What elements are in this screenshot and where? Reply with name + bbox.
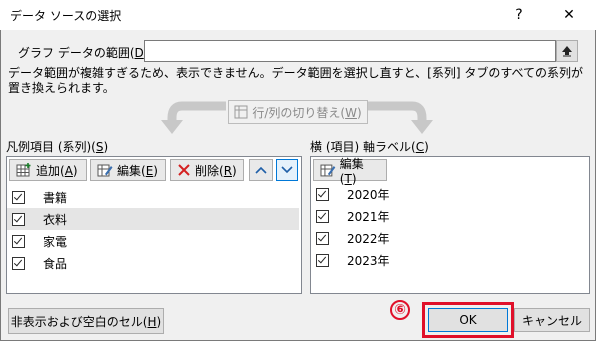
edit-table-icon [320, 164, 336, 177]
axis-list-item[interactable]: 2023年 [311, 249, 587, 271]
chevron-down-icon [281, 166, 293, 174]
series-label: 食品 [43, 256, 68, 271]
ok-button[interactable]: OK [428, 308, 508, 332]
add-series-button[interactable]: 追加(A) [9, 159, 87, 181]
axis-item-label: 2023年 [347, 253, 390, 268]
chart-range-input[interactable] [144, 40, 556, 62]
collapse-range-button[interactable] [556, 40, 578, 62]
switch-button-label: 行/列の切り替え(W) [252, 105, 362, 120]
cancel-button[interactable]: キャンセル [514, 308, 590, 332]
collapse-arrow-icon [562, 46, 572, 57]
hidden-empty-cells-label: 非表示および空白のセル(H) [10, 314, 162, 329]
series-label: 家電 [43, 234, 68, 249]
switch-grid-icon [234, 105, 248, 119]
checkbox-icon[interactable] [316, 187, 329, 201]
warning-message: データ範囲が複雑すぎるため、表示できません。データ範囲を選択し直すと、[系列] … [8, 66, 584, 95]
series-list-item[interactable]: 家電 [7, 230, 299, 252]
series-label: 衣料 [43, 212, 68, 227]
checkbox-icon[interactable] [12, 212, 25, 226]
checkbox-icon[interactable] [12, 256, 25, 270]
edit-axis-labels-label: 編集(T) [339, 156, 364, 186]
checkbox-icon[interactable] [316, 231, 329, 245]
axis-item-label: 2020年 [347, 187, 390, 202]
chart-range-accesskey: D [134, 46, 144, 60]
left-curve-arrow-icon [161, 101, 226, 134]
window-title: データ ソースの選択 [10, 9, 122, 23]
add-series-label: 追加(A) [36, 163, 78, 178]
add-table-icon [16, 163, 31, 177]
delete-x-icon [178, 164, 190, 176]
series-list-item[interactable]: 書籍 [7, 186, 299, 208]
step-badge: ⑥ [390, 300, 410, 320]
axis-item-label: 2022年 [347, 231, 390, 246]
hidden-empty-cells-button[interactable]: 非表示および空白のセル(H) [8, 308, 164, 334]
axis-item-label: 2021年 [347, 209, 390, 224]
checkbox-icon[interactable] [12, 190, 25, 204]
series-list-item[interactable]: 食品 [7, 252, 299, 274]
series-list: 書籍 衣料 家電 食品 [7, 186, 299, 274]
axis-label-list: 2020年 2021年 2022年 2023年 [311, 183, 587, 271]
delete-series-button[interactable]: 削除(R) [170, 159, 244, 181]
chart-range-label-text: グラフ データの範囲( [18, 46, 135, 60]
axis-labels-label: 横 (項目) 軸ラベル(C) [310, 140, 429, 154]
edit-series-button[interactable]: 編集(E) [90, 159, 166, 181]
move-down-button[interactable] [276, 159, 298, 181]
series-list-item-selected[interactable]: 衣料 [7, 208, 299, 230]
edit-table-icon [97, 164, 113, 177]
axis-list-item[interactable]: 2020年 [311, 183, 587, 205]
legend-entries-label: 凡例項目 (系列)(S) [6, 140, 109, 154]
edit-series-label: 編集(E) [117, 163, 158, 178]
delete-series-label: 削除(R) [195, 163, 237, 178]
chevron-up-icon [255, 166, 267, 174]
right-curve-arrow-icon [368, 101, 433, 134]
move-up-button[interactable] [249, 159, 273, 181]
checkbox-icon[interactable] [12, 234, 25, 248]
edit-axis-labels-button[interactable]: 編集(T) [313, 157, 387, 186]
series-label: 書籍 [43, 190, 68, 205]
chart-range-label: グラフ データの範囲(D): [18, 44, 152, 61]
axis-list-item[interactable]: 2021年 [311, 205, 587, 227]
checkbox-icon[interactable] [316, 253, 329, 267]
switch-row-column-button[interactable]: 行/列の切り替え(W) [228, 100, 368, 124]
axis-list-item[interactable]: 2022年 [311, 227, 587, 249]
checkbox-icon[interactable] [316, 209, 329, 223]
help-button[interactable]: ? [498, 0, 540, 30]
close-button[interactable]: ✕ [548, 0, 590, 30]
